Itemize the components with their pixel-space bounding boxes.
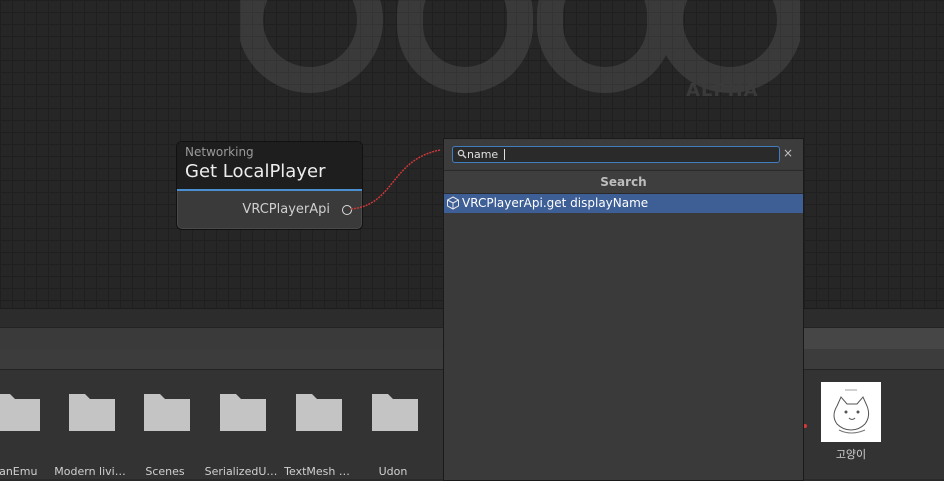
folder-icon [296, 394, 342, 431]
folder-item[interactable]: yanEmu [0, 390, 53, 478]
folder-item[interactable]: Udon [355, 390, 431, 478]
panel-tab[interactable] [804, 328, 944, 349]
folder-icon [372, 394, 418, 431]
folder-icon [144, 394, 190, 431]
asset-label: 고양이 [835, 448, 867, 461]
folder-label: Scenes [145, 465, 185, 478]
search-icon [457, 149, 467, 159]
node-search-popup: × Search VRCPlayerApi.get displayName [443, 138, 804, 481]
output-port[interactable] [342, 205, 352, 215]
folder-icon [220, 394, 266, 431]
search-heading: Search [600, 175, 647, 189]
node-title: Get LocalPlayer [185, 161, 326, 182]
search-field[interactable] [452, 146, 780, 163]
text-caret [504, 149, 505, 160]
watermark-alpha-text: ALPHA [686, 80, 759, 101]
folder-item[interactable]: Modern livi… [52, 390, 128, 478]
node-output-label: VRCPlayerApi [242, 202, 330, 217]
cat-image-thumbnail[interactable] [821, 382, 881, 442]
folder-label: TextMesh … [284, 465, 350, 478]
search-result-label: VRCPlayerApi.get displayName [462, 196, 649, 210]
search-heading-row: Search [444, 170, 803, 194]
folder-label: Udon [378, 465, 408, 478]
clear-search-button[interactable]: × [781, 145, 795, 161]
search-input[interactable] [467, 147, 767, 162]
search-result-item[interactable]: VRCPlayerApi.get displayName [444, 194, 803, 213]
get-localplayer-node[interactable]: Networking Get LocalPlayer VRCPlayerApi [176, 141, 363, 230]
folder-item[interactable]: TextMesh … [279, 390, 355, 478]
cube-icon [447, 196, 459, 210]
folder-item[interactable]: SerializedU… [203, 390, 279, 478]
folder-icon [0, 394, 40, 431]
search-bar: × [444, 139, 803, 169]
folder-item[interactable]: Scenes [127, 390, 203, 478]
node-category: Networking [185, 145, 254, 159]
node-header[interactable]: Networking Get LocalPlayer [177, 142, 362, 191]
folder-label: SerializedU… [204, 465, 278, 478]
folder-icon [69, 394, 115, 431]
